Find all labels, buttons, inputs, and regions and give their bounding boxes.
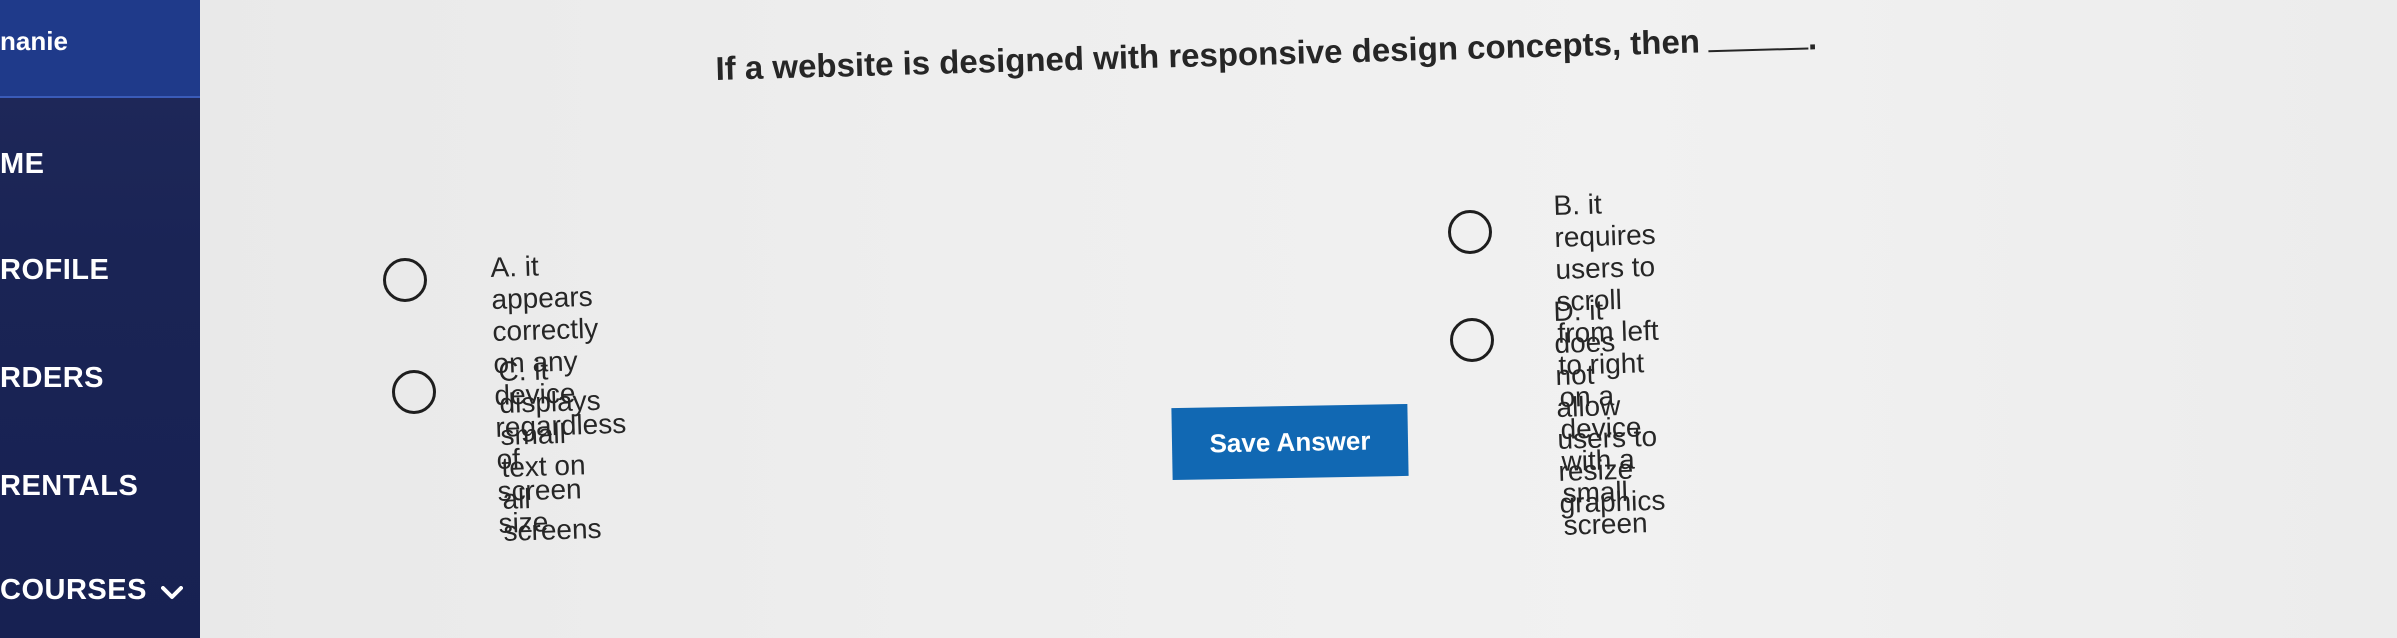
option-d-radio[interactable] (1450, 318, 1494, 362)
question-end: . (1807, 19, 1818, 57)
user-name: nanie (0, 26, 68, 56)
sidebar-item-home[interactable]: ME (0, 148, 45, 181)
chevron-down-icon (160, 575, 183, 608)
sidebar-item-profile[interactable]: ROFILE (0, 254, 109, 287)
sidebar-item-rentals[interactable]: RENTALS (0, 470, 138, 503)
option-c-radio[interactable] (392, 370, 436, 414)
option-b-radio[interactable] (1448, 210, 1492, 254)
sidebar-item-courses[interactable]: COURSES (0, 574, 183, 608)
sidebar-item-orders[interactable]: RDERS (0, 362, 104, 395)
sidebar-user-header: nanie (0, 0, 200, 98)
option-a-radio[interactable] (383, 258, 427, 302)
option-d-line1: D. it does not allow users to resize gra… (1553, 294, 1666, 519)
save-answer-button[interactable]: Save Answer (1171, 403, 1409, 481)
answer-blank (1707, 21, 1809, 53)
option-c-line1: C. it displays small text on all screens (498, 354, 602, 547)
option-c-text: C. it displays small text on all screens (498, 353, 605, 548)
sidebar-item-courses-label: COURSES (0, 574, 147, 606)
option-d-text: D. it does not allow users to resize gra… (1553, 293, 1666, 520)
